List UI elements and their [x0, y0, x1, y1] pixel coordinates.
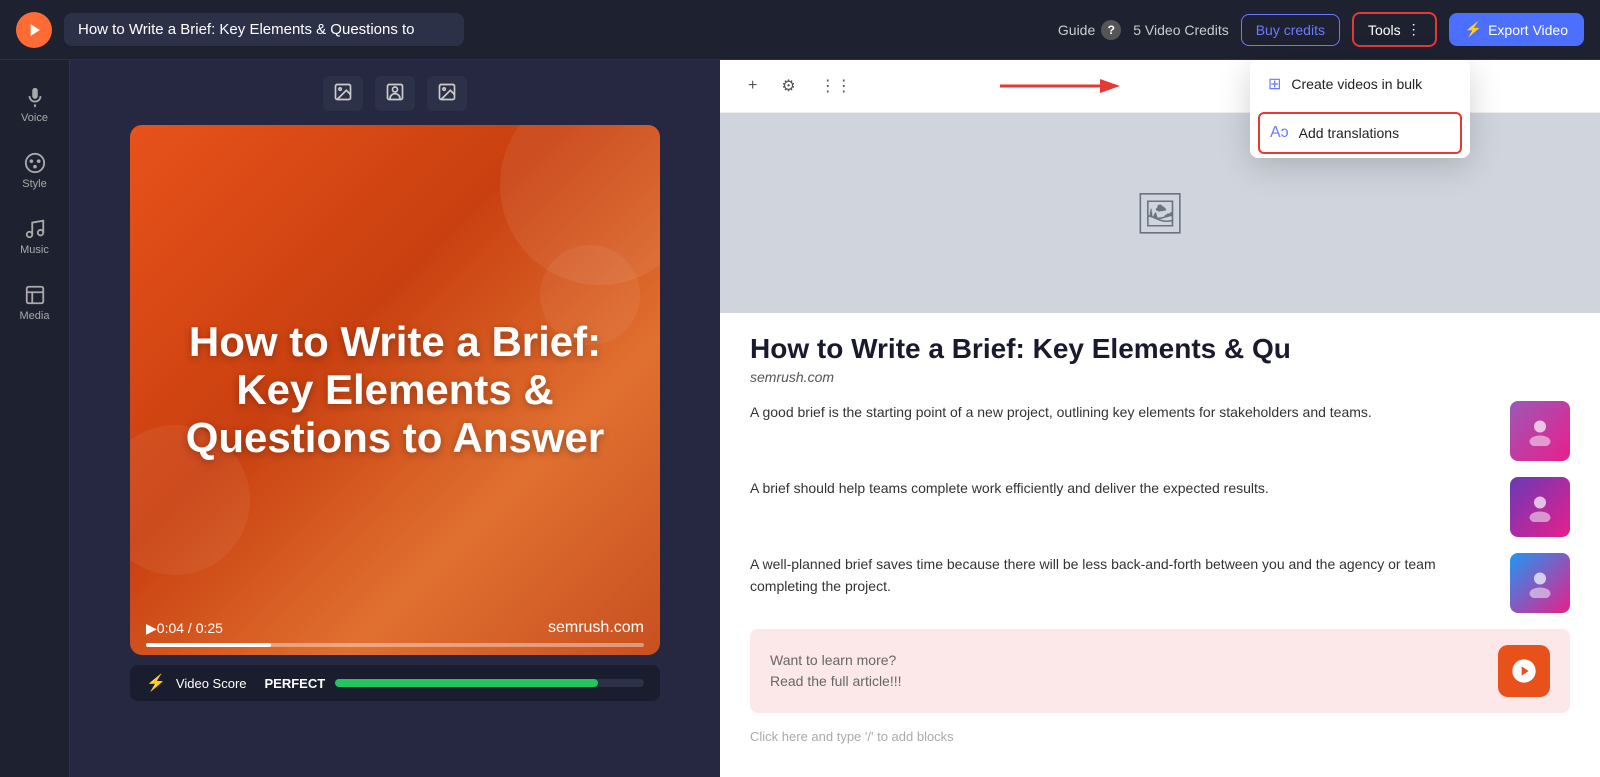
content-inner: 🖼 How to Write a Brief: Key Elements & Q…: [720, 113, 1600, 777]
image-placeholder-icon: 🖼: [1135, 190, 1186, 237]
cta-line2: Read the full article!!!: [770, 671, 902, 692]
video-progress-bar[interactable]: [146, 643, 644, 647]
video-editor-panel: How to Write a Brief: Key Elements & Que…: [70, 60, 720, 777]
article-para-3: A well-planned brief saves time because …: [750, 553, 1498, 598]
export-label: Export Video: [1488, 22, 1568, 38]
tools-label: Tools: [1368, 22, 1401, 38]
article-thumbnail-1: [1510, 401, 1570, 461]
header-right: Guide ? 5 Video Credits Buy credits Tool…: [1058, 12, 1584, 47]
sidebar-media-label: Media: [20, 310, 50, 322]
guide-label: Guide: [1058, 22, 1095, 38]
editor-toolbar: [323, 76, 467, 111]
sidebar-item-voice[interactable]: Voice: [5, 76, 65, 134]
score-value: PERFECT: [265, 676, 326, 691]
export-lightning-icon: ⚡: [1465, 21, 1482, 38]
score-lightning-icon: ⚡: [146, 673, 166, 693]
content-settings-button[interactable]: ⚙: [773, 72, 803, 100]
sidebar-music-label: Music: [20, 244, 49, 256]
sidebar-item-music[interactable]: Music: [5, 208, 65, 266]
dropdown-item-bulk[interactable]: ⊞ Create videos in bulk: [1250, 60, 1470, 108]
article-thumbnail-2: [1510, 477, 1570, 537]
article-row-1: A good brief is the starting point of a …: [750, 401, 1570, 461]
cta-text: Want to learn more? Read the full articl…: [770, 650, 902, 692]
guide-button[interactable]: Guide ?: [1058, 20, 1121, 40]
sidebar-item-style[interactable]: Style: [5, 142, 65, 200]
add-block-hint: Click here and type '/' to add blocks: [750, 729, 1570, 744]
cta-block: Want to learn more? Read the full articl…: [750, 629, 1570, 713]
buy-credits-button[interactable]: Buy credits: [1241, 14, 1340, 46]
article-para-1: A good brief is the starting point of a …: [750, 401, 1498, 423]
score-label: Video Score: [176, 676, 247, 691]
export-video-button[interactable]: ⚡ Export Video: [1449, 13, 1584, 46]
sidebar-item-media[interactable]: Media: [5, 274, 65, 332]
dropdown-bulk-label: Create videos in bulk: [1291, 76, 1422, 92]
sidebar: Voice Style Music Media: [0, 60, 70, 777]
header-left: [16, 12, 464, 48]
sidebar-voice-label: Voice: [21, 112, 48, 124]
toolbar-person-button[interactable]: [375, 76, 415, 111]
dropdown-translate-label: Add translations: [1299, 125, 1399, 141]
article-para-2: A brief should help teams complete work …: [750, 477, 1498, 499]
score-bar-fill: [335, 679, 597, 687]
video-bottom-bar: ▶ 0:04 / 0:25 semrush.com: [130, 609, 660, 655]
content-panel: + ⚙ ⋮⋮ 🖼 How to Write a Brief: Key Eleme…: [720, 60, 1600, 777]
sidebar-style-label: Style: [22, 178, 46, 190]
video-preview: How to Write a Brief: Key Elements & Que…: [130, 125, 660, 655]
video-time-domain: ▶ 0:04 / 0:25 semrush.com: [146, 619, 644, 637]
credits-display: 5 Video Credits: [1133, 22, 1228, 38]
tools-dropdown-menu: ⊞ Create videos in bulk Aↄ Add translati…: [1250, 60, 1470, 158]
app-header: Guide ? 5 Video Credits Buy credits Tool…: [0, 0, 1600, 60]
toolbar-image-button[interactable]: [323, 76, 363, 111]
cta-icon-button[interactable]: [1498, 645, 1550, 697]
content-add-button[interactable]: +: [740, 73, 765, 99]
article-thumbnail-3: [1510, 553, 1570, 613]
cta-line1: Want to learn more?: [770, 650, 902, 671]
video-progress-fill: [146, 643, 271, 647]
score-bar-track: [335, 679, 644, 687]
logo-button[interactable]: [16, 12, 52, 48]
tools-button[interactable]: Tools ⋮: [1352, 12, 1437, 47]
arrow-annotation: [1000, 71, 1120, 101]
article-row-2: A brief should help teams complete work …: [750, 477, 1570, 537]
article-row-3: A well-planned brief saves time because …: [750, 553, 1570, 613]
article-content: How to Write a Brief: Key Elements & Qu …: [720, 313, 1600, 777]
add-video-block-button[interactable]: + Add a video block: [750, 764, 872, 777]
dropdown-item-translate[interactable]: Aↄ Add translations: [1258, 112, 1462, 154]
tools-dots-icon: ⋮: [1407, 21, 1421, 38]
toolbar-image2-button[interactable]: [427, 76, 467, 111]
video-time: 0:04 / 0:25: [157, 620, 223, 636]
video-score-bar: ⚡ Video Score PERFECT: [130, 665, 660, 701]
play-pause-icon[interactable]: ▶: [146, 620, 157, 637]
translate-icon: Aↄ: [1270, 124, 1289, 142]
project-title-input[interactable]: [64, 13, 464, 46]
article-title: How to Write a Brief: Key Elements & Qu: [750, 333, 1570, 365]
guide-question-icon: ?: [1101, 20, 1121, 40]
content-more-button[interactable]: ⋮⋮: [812, 72, 860, 100]
article-domain: semrush.com: [750, 369, 1570, 385]
main-content: Voice Style Music Media: [0, 60, 1600, 777]
grid-icon: ⊞: [1268, 74, 1281, 94]
video-domain: semrush.com: [548, 619, 644, 637]
